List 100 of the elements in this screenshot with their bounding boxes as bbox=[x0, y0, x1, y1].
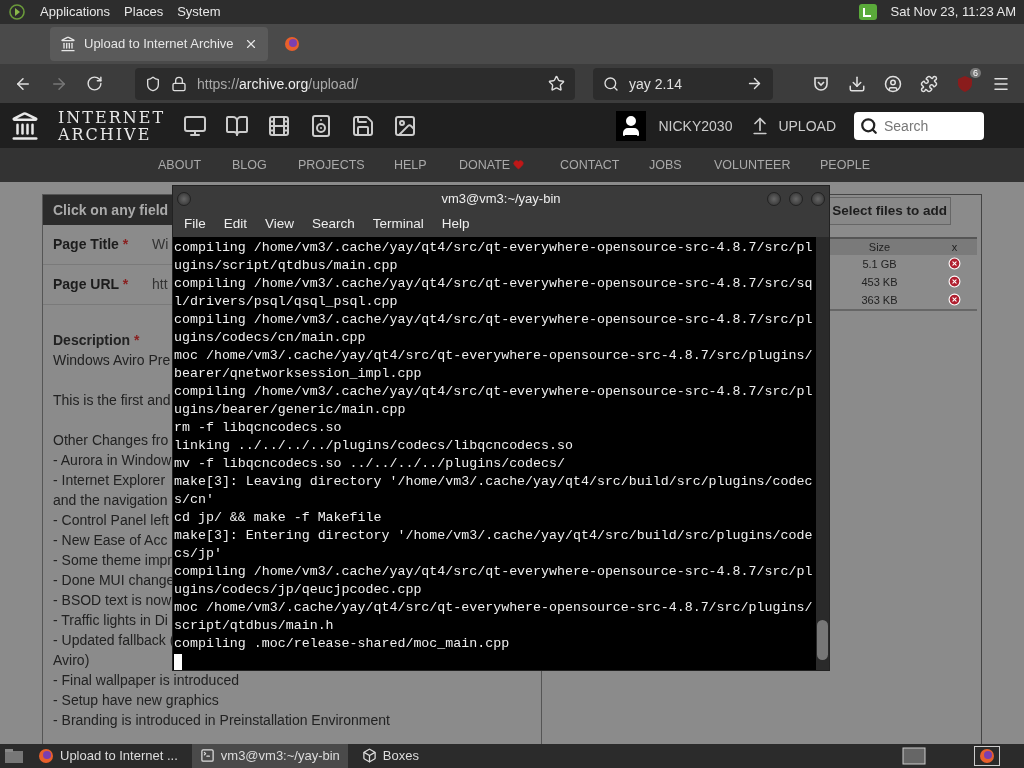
nav-link[interactable]: PROJECTS bbox=[298, 157, 365, 172]
description-line: - Traffic lights in Di bbox=[53, 610, 168, 630]
workspace-icon[interactable] bbox=[902, 746, 926, 765]
field-label: Description * bbox=[53, 330, 140, 350]
description-line: This is the first and bbox=[53, 390, 171, 410]
workspace-window[interactable] bbox=[974, 745, 1000, 766]
description-line: - Internet Explorer bbox=[53, 470, 166, 490]
file-size: 5.1 GB bbox=[861, 257, 898, 270]
nav-link[interactable]: JOBS bbox=[649, 157, 682, 172]
shield-extension-icon[interactable] bbox=[956, 74, 974, 93]
panel-menu[interactable]: Applications bbox=[40, 4, 111, 20]
film-icon[interactable] bbox=[267, 113, 292, 138]
search-field[interactable]: Search bbox=[854, 111, 984, 140]
terminal-line: make[3]: Entering directory '/home/vm3/.cache/yay/qt4/src/build/src/plugins/code bbox=[174, 527, 813, 545]
terminal-line: moc /home/vm3/.cache/yay/qt4/src/qt-everywhere-opensource-src-4.8.7/src/plugins/ bbox=[174, 599, 813, 617]
description-line: - Final wallpaper is introduced bbox=[53, 670, 239, 690]
terminal-icon bbox=[199, 748, 215, 764]
avatar bbox=[616, 110, 647, 141]
terminal-line: ugins/bearer/generic/main.cpp bbox=[174, 401, 406, 419]
remove-icon[interactable] bbox=[948, 275, 961, 289]
description-line: - Setup have new graphics bbox=[53, 690, 219, 710]
heart-icon bbox=[513, 159, 525, 171]
search-icon bbox=[603, 75, 619, 92]
column-header: x bbox=[950, 240, 959, 253]
taskbar-item[interactable]: Upload to Internet ... bbox=[30, 743, 186, 768]
column-header: Size bbox=[867, 240, 892, 253]
upload-link[interactable]: UPLOAD bbox=[778, 117, 836, 134]
description-line: - Control Panel left bbox=[53, 510, 169, 530]
nav-link[interactable]: DONATE bbox=[459, 157, 525, 172]
panel-menu[interactable]: Places bbox=[124, 4, 164, 20]
url-field[interactable]: https://archive.org/upload/ bbox=[135, 67, 575, 100]
search-icon bbox=[860, 116, 878, 135]
terminal-line: compiling /home/vm3/.cache/yay/qt4/src/qt-everywhere-opensource-src-4.8.7/src/pl bbox=[174, 383, 813, 401]
user-link[interactable]: NICKY2030 bbox=[658, 117, 733, 134]
nav-link[interactable]: ABOUT bbox=[158, 157, 202, 172]
terminal-line: cs/jp' bbox=[174, 545, 222, 563]
select-files-button[interactable]: Select files to add bbox=[828, 196, 951, 225]
lock-icon bbox=[171, 75, 187, 92]
firefox-icon bbox=[284, 35, 300, 52]
terminal-line: ugins/codecs/cn/main.cpp bbox=[174, 329, 366, 347]
nav-link[interactable]: VOLUNTEER bbox=[714, 157, 791, 172]
description-line: Other Changes fro bbox=[53, 430, 169, 450]
field-value[interactable]: Wi bbox=[152, 236, 169, 253]
pocket-icon[interactable] bbox=[812, 74, 830, 93]
menu-logo-icon[interactable] bbox=[8, 2, 26, 21]
terminal-line: make[3]: Leaving directory '/home/vm3/.cache/yay/qt4/src/build/src/plugins/codec bbox=[174, 473, 813, 491]
file-size: 453 KB bbox=[860, 275, 899, 288]
description-line: - Done MUI change bbox=[53, 570, 175, 590]
browser-tab[interactable]: Upload to Internet Archive bbox=[50, 26, 268, 61]
scrollbar[interactable] bbox=[816, 237, 829, 670]
description-line: - New Ease of Acc bbox=[53, 530, 168, 550]
remove-icon[interactable] bbox=[948, 293, 961, 307]
star-icon[interactable] bbox=[548, 75, 565, 93]
show-desktop-icon[interactable] bbox=[4, 746, 24, 765]
clock: Sat Nov 23, 11:23 AM bbox=[890, 4, 1016, 20]
taskbar-item[interactable]: vm3@vm3:~/yay-bin bbox=[191, 743, 348, 768]
terminal-line: rm -f libqcncodecs.so bbox=[174, 419, 342, 437]
description-line: - Branding is introduced in Preinstallation Environment bbox=[53, 710, 390, 730]
image-icon[interactable] bbox=[393, 113, 418, 138]
terminal-line: linking ../../../../plugins/codecs/libqcncodecs.so bbox=[174, 437, 573, 455]
update-icon bbox=[858, 3, 877, 20]
remove-icon[interactable] bbox=[948, 257, 961, 271]
terminal-line: ugins/codecs/jp/qeucjpcodec.cpp bbox=[174, 581, 422, 599]
reload-icon[interactable] bbox=[86, 75, 103, 93]
taskbar-item[interactable]: Boxes bbox=[353, 743, 427, 768]
search-field[interactable]: yay 2.14 bbox=[593, 67, 773, 100]
field-value[interactable]: htt bbox=[152, 276, 168, 293]
terminal-line: s/cn' bbox=[174, 491, 214, 509]
shield-icon bbox=[145, 75, 161, 92]
description-line: Aviro) bbox=[53, 650, 90, 670]
description-line: - Aurora in Window bbox=[53, 450, 172, 470]
description-line: Windows Aviro Pre bbox=[53, 350, 171, 370]
field-label: Page URL * bbox=[53, 276, 130, 293]
nav-link[interactable]: CONTACT bbox=[560, 157, 620, 172]
archive-logo-icon[interactable] bbox=[10, 110, 40, 141]
terminal-line: bearer/qnetworksession_impl.cpp bbox=[174, 365, 422, 383]
extension-badge: 6 bbox=[970, 67, 981, 78]
file-size: 363 KB bbox=[860, 293, 899, 306]
description-line: and the navigation bbox=[53, 490, 168, 510]
account-icon[interactable] bbox=[884, 74, 902, 93]
terminal-line: compiling /home/vm3/.cache/yay/qt4/src/qt-everywhere-opensource-src-4.8.7/src/pl bbox=[174, 563, 813, 581]
web-icon[interactable] bbox=[183, 113, 208, 138]
panel-menu[interactable]: System bbox=[177, 4, 221, 20]
firefox-icon bbox=[38, 747, 54, 764]
field-label: Page Title * bbox=[53, 236, 130, 253]
box-icon bbox=[361, 748, 377, 764]
extensions-icon[interactable] bbox=[920, 74, 938, 93]
nav-link[interactable]: BLOG bbox=[232, 157, 267, 172]
nav-link[interactable]: PEOPLE bbox=[820, 157, 871, 172]
building-icon bbox=[60, 35, 76, 52]
archive-logo[interactable]: INTERNET ARCHIVE bbox=[58, 108, 166, 143]
description-line: - BSOD text is now bbox=[53, 590, 172, 610]
terminal-line: cd jp/ && make -f Makefile bbox=[174, 509, 382, 527]
terminal-line: compiling /home/vm3/.cache/yay/qt4/src/qt-everywhere-opensource-src-4.8.7/src/pl bbox=[174, 311, 813, 329]
nav-link[interactable]: HELP bbox=[394, 157, 427, 172]
terminal-line: script/qtdbus/main.h bbox=[174, 617, 334, 635]
terminal-line: compiling /home/vm3/.cache/yay/qt4/src/qt-everywhere-opensource-src-4.8.7/src/sq bbox=[174, 275, 813, 293]
book-icon[interactable] bbox=[225, 113, 250, 138]
download-icon[interactable] bbox=[848, 74, 866, 93]
floppy-icon[interactable] bbox=[351, 113, 376, 138]
